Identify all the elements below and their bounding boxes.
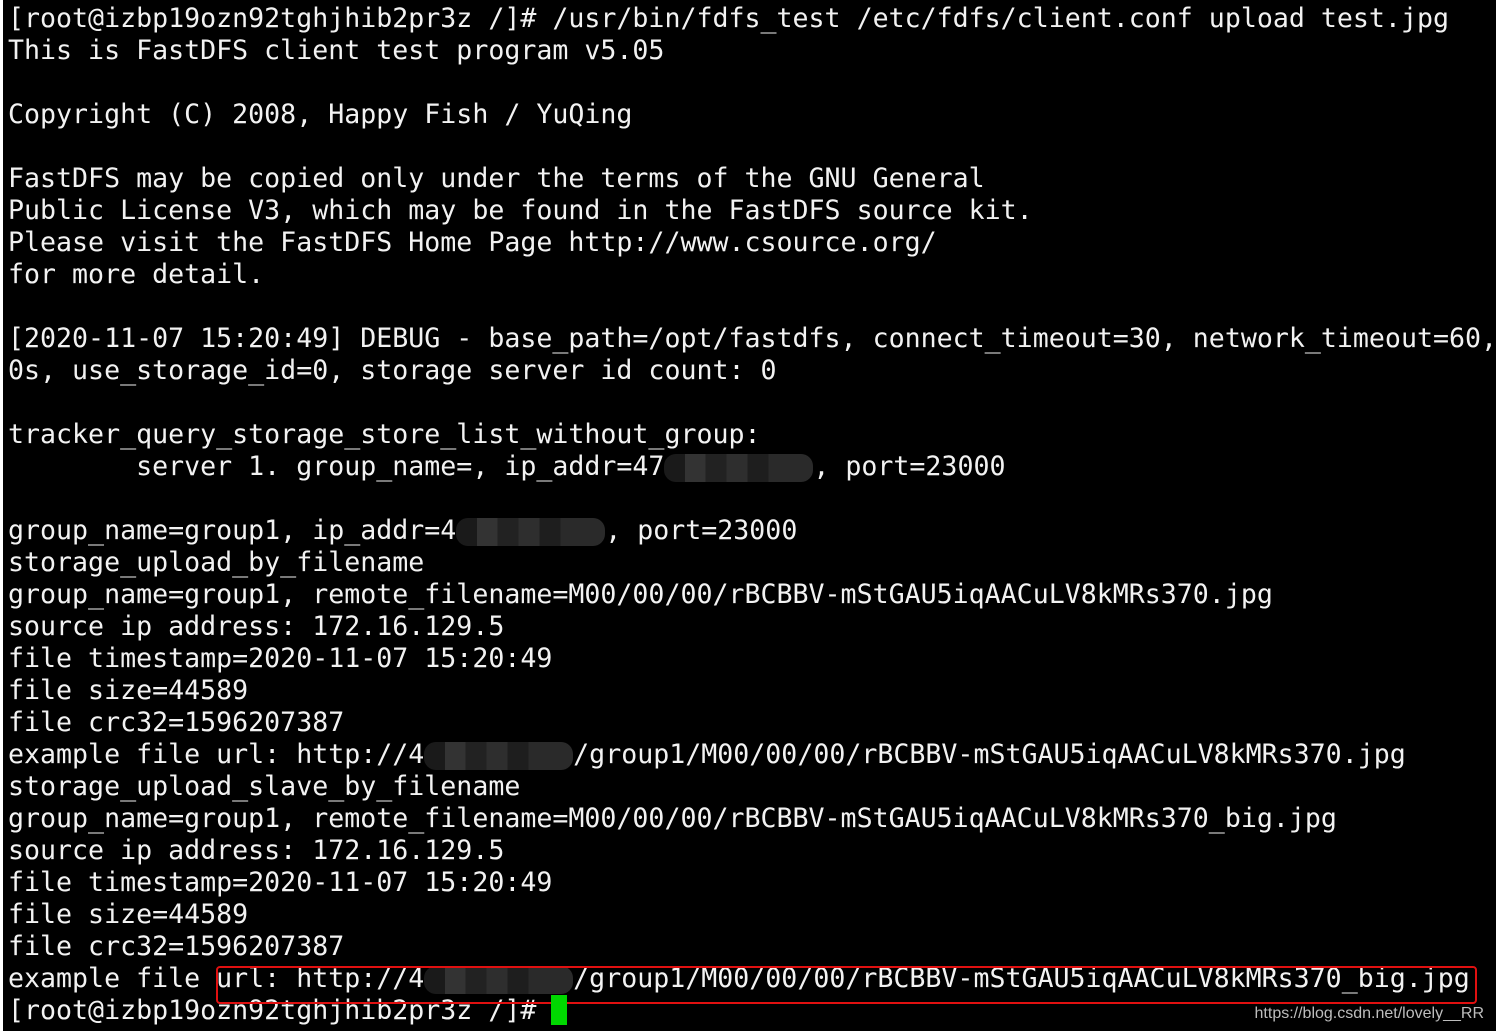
terminal-line: file size=44589 <box>8 675 248 707</box>
terminal-line: group_name=group1, ip_addr=4 , port=23000 <box>8 515 797 547</box>
line-text: Copyright (C) 2008, Happy Fish / YuQing <box>8 99 633 130</box>
terminal-line: FastDFS may be copied only under the ter… <box>8 163 985 195</box>
line-text-after-mask: /group1/M00/00/00/rBCBBV-mStGAU5iqAACuLV… <box>573 739 1406 770</box>
terminal-line: 0s, use_storage_id=0, storage server id … <box>8 355 777 387</box>
line-text: storage_upload_by_filename <box>8 547 425 578</box>
line-text: group_name=group1, remote_filename=M00/0… <box>8 803 1337 834</box>
line-text: tracker_query_storage_store_list_without… <box>8 419 761 450</box>
terminal-window[interactable]: [root@izbp19ozn92tghjhib2pr3z /]# exampl… <box>3 0 1496 1031</box>
line-text: This is FastDFS client test program v5.0… <box>8 35 665 66</box>
terminal-line: group_name=group1, remote_filename=M00/0… <box>8 803 1337 835</box>
terminal-line: tracker_query_storage_store_list_without… <box>8 419 761 451</box>
terminal-line: file size=44589 <box>8 899 248 931</box>
terminal-line: file crc32=1596207387 <box>8 707 344 739</box>
terminal-line: file crc32=1596207387 <box>8 931 344 963</box>
line-text: [2020-11-07 15:20:49] DEBUG - base_path=… <box>8 323 1496 354</box>
terminal-cursor <box>551 995 567 1025</box>
line-text: file timestamp=2020-11-07 15:20:49 <box>8 867 553 898</box>
line-text: 0s, use_storage_id=0, storage server id … <box>8 355 777 386</box>
line-text-after-mask: , port=23000 <box>605 515 798 546</box>
line-text: file timestamp=2020-11-07 15:20:49 <box>8 643 553 674</box>
terminal-line: file timestamp=2020-11-07 15:20:49 <box>8 867 552 899</box>
terminal-line: server 1. group_name=, ip_addr=47 , port=… <box>8 451 1005 483</box>
redacted-ip-mask <box>664 453 814 482</box>
line-text: file crc32=1596207387 <box>8 707 345 738</box>
terminal-line: source ip address: 172.16.129.5 <box>8 835 504 867</box>
line-text: storage_upload_slave_by_filename <box>8 771 521 802</box>
line-text: source ip address: 172.16.129.5 <box>8 611 505 642</box>
terminal-line: Please visit the FastDFS Home Page http:… <box>8 227 937 259</box>
line-text: example file url: http://4 <box>8 739 425 770</box>
terminal-line: for more detail. <box>8 259 264 291</box>
terminal-line: [root@izbp19ozn92tghjhib2pr3z /]# /usr/b… <box>8 3 1449 35</box>
terminal-line: storage_upload_by_filename <box>8 547 424 579</box>
terminal-line: [2020-11-07 15:20:49] DEBUG - base_path=… <box>8 323 1496 355</box>
watermark: https://blog.csdn.net/lovely__RR <box>1254 1005 1484 1022</box>
line-text: group_name=group1, ip_addr=4 <box>8 515 457 546</box>
terminal-line: example file url: http://4/group1/M00/00… <box>8 739 1406 771</box>
redacted-ip-mask <box>456 517 606 546</box>
line-text: server 1. group_name=, ip_addr=47 <box>8 451 665 482</box>
line-text-after-mask: , port=23000 <box>813 451 1006 482</box>
terminal-line: storage_upload_slave_by_filename <box>8 771 520 803</box>
line-text: [root@izbp19ozn92tghjhib2pr3z /]# /usr/b… <box>8 3 1449 34</box>
line-text: file size=44589 <box>8 675 249 706</box>
redacted-ip-mask <box>424 741 574 770</box>
terminal-line: Copyright (C) 2008, Happy Fish / YuQing <box>8 99 632 131</box>
line-text: group_name=group1, remote_filename=M00/0… <box>8 579 1273 610</box>
line-text: FastDFS may be copied only under the ter… <box>8 163 985 194</box>
line-text: Please visit the FastDFS Home Page http:… <box>8 227 937 258</box>
line-text: Public License V3, which may be found in… <box>8 195 1033 226</box>
highlight-box <box>216 966 1477 1004</box>
terminal-line: This is FastDFS client test program v5.0… <box>8 35 664 67</box>
line-text: file size=44589 <box>8 899 249 930</box>
terminal-line: Public License V3, which may be found in… <box>8 195 1033 227</box>
terminal-line: group_name=group1, remote_filename=M00/0… <box>8 579 1273 611</box>
line-text: for more detail. <box>8 259 265 290</box>
line-text: file crc32=1596207387 <box>8 931 345 962</box>
terminal-line: file timestamp=2020-11-07 15:20:49 <box>8 643 552 675</box>
terminal-line: source ip address: 172.16.129.5 <box>8 611 504 643</box>
line-text: source ip address: 172.16.129.5 <box>8 835 505 866</box>
